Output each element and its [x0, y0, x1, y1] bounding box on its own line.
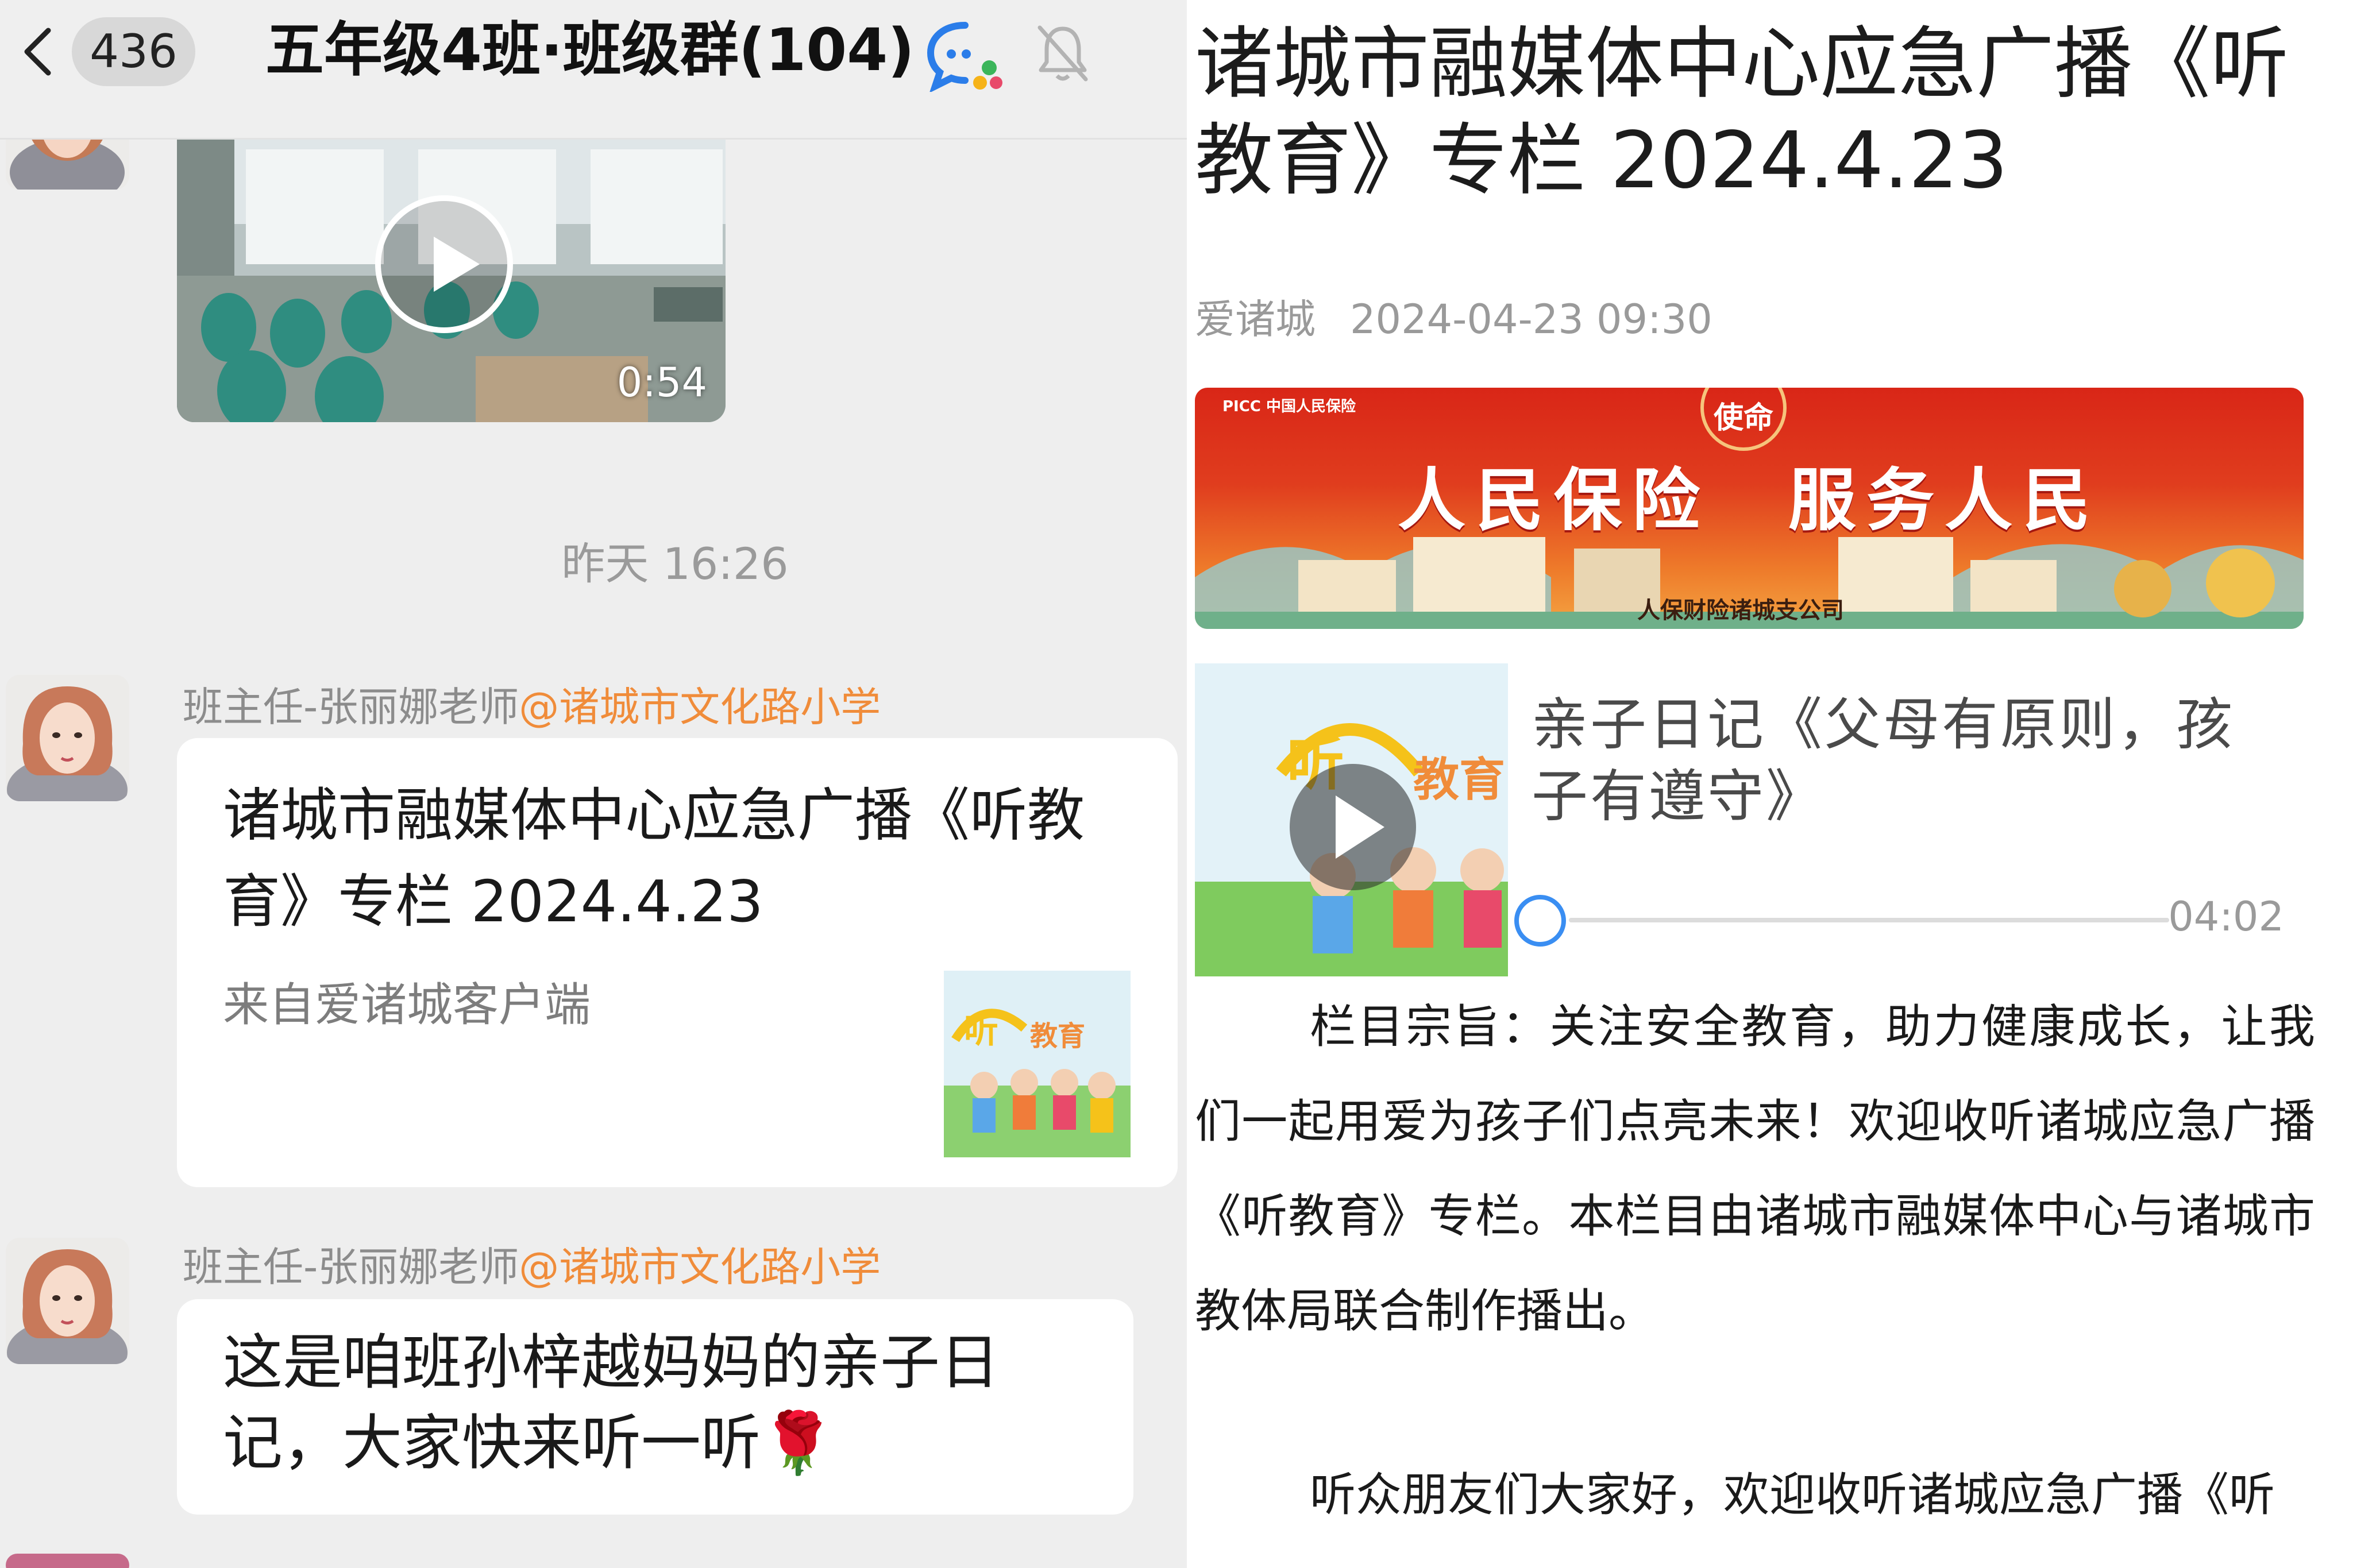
avatar-illustration: [6, 675, 129, 801]
svg-text:听: 听: [964, 1011, 998, 1051]
chevron-left-icon[interactable]: [13, 26, 64, 78]
message-sender[interactable]: 班主任-张丽娜老师@诸城市文化路小学: [183, 1235, 881, 1293]
chat-timestamp: 昨天 16:26: [561, 538, 789, 589]
audio-progress-knob[interactable]: [1514, 895, 1566, 947]
article-title: 诸城市融媒体中心应急广播《听教育》专栏 2024.4.23: [1195, 19, 2289, 206]
svg-text:教育: 教育: [1030, 1020, 1085, 1052]
avatar[interactable]: [6, 1238, 129, 1364]
sender-org: @诸城市文化路小学: [519, 1243, 881, 1291]
article-source[interactable]: 爱诸城: [1195, 296, 1316, 343]
listen-education-cover: 听 教育: [1195, 663, 1508, 976]
audio-title: 亲子日记《父母有原则，孩子有遵守》: [1532, 692, 2235, 829]
message-sender[interactable]: 班主任-张丽娜老师@诸城市文化路小学: [183, 675, 881, 733]
sender-org: @诸城市文化路小学: [519, 683, 881, 731]
article-paragraph: 听众朋友们大家好，欢迎收听诸城应急广播《听: [1310, 1468, 2275, 1521]
chat-header: 436 五年级4班·班级群(104): [0, 0, 1187, 140]
article-date: 2024-04-23 09:30: [1350, 296, 1712, 343]
link-card-message[interactable]: 诸城市融媒体中心应急广播《听教育》专栏 2024.4.23 来自爱诸城客户端 听…: [177, 738, 1178, 1187]
article-meta: 爱诸城 2024-04-23 09:30: [1195, 287, 1712, 345]
unread-count-badge[interactable]: 436: [72, 17, 195, 86]
text-message[interactable]: 这是咱班孙梓越妈妈的亲子日记，大家快来听一听🌹: [177, 1299, 1133, 1515]
picc-logo: PICC 中国人民保险: [1222, 398, 1356, 415]
message-text: 这是咱班孙梓越妈妈的亲子日记，大家快来听一听🌹: [223, 1327, 1000, 1478]
sender-name: 班主任-张丽娜老师: [183, 1243, 519, 1291]
banner-slogan: 人民保险 服务人民: [1397, 461, 2101, 540]
video-duration: 0:54: [616, 359, 707, 406]
avatar-illustration: [6, 1238, 129, 1364]
audio-cover[interactable]: 听 教育: [1195, 663, 1508, 976]
sender-name: 班主任-张丽娜老师: [183, 683, 519, 731]
video-message[interactable]: 0:54: [177, 138, 726, 422]
svg-text:教育: 教育: [1413, 753, 1505, 806]
avatar[interactable]: [6, 675, 129, 801]
link-card-thumbnail: 听 教育: [944, 971, 1131, 1157]
banner-company: 人保财险诸城支公司: [1637, 597, 1844, 624]
avatar[interactable]: [6, 1554, 129, 1568]
group-chat-icon[interactable]: [925, 18, 1005, 93]
link-card-title: 诸城市融媒体中心应急广播《听教育》专栏 2024.4.23: [223, 782, 1085, 935]
listen-education-thumbnail: 听 教育: [944, 971, 1131, 1157]
article-page: 诸城市融媒体中心应急广播《听教育》专栏 2024.4.23 爱诸城 2024-04…: [1187, 0, 2353, 1568]
group-title[interactable]: 五年级4班·班级群(104): [265, 10, 915, 91]
audio-duration: 04:02: [2168, 893, 2284, 940]
chat-screen: 0:54 昨天 16:26 班主任-张丽娜老师@诸城市文化路小学 诸城市融媒体中…: [0, 0, 1187, 1568]
link-card-source: 来自爱诸城客户端: [223, 978, 591, 1032]
play-icon[interactable]: [375, 195, 513, 333]
avatar-illustration: [6, 1554, 129, 1568]
bell-muted-icon[interactable]: [1034, 22, 1091, 85]
ad-banner[interactable]: PICC 中国人民保险 使命 人民保险 服务人民 人保财险诸城支公司: [1195, 388, 2304, 629]
article-paragraph: 栏目宗旨：关注安全教育，助力健康成长，让我们一起用爱为孩子们点亮未来！欢迎收听诸…: [1195, 1000, 2315, 1338]
audio-progress-track[interactable]: [1569, 918, 2169, 922]
